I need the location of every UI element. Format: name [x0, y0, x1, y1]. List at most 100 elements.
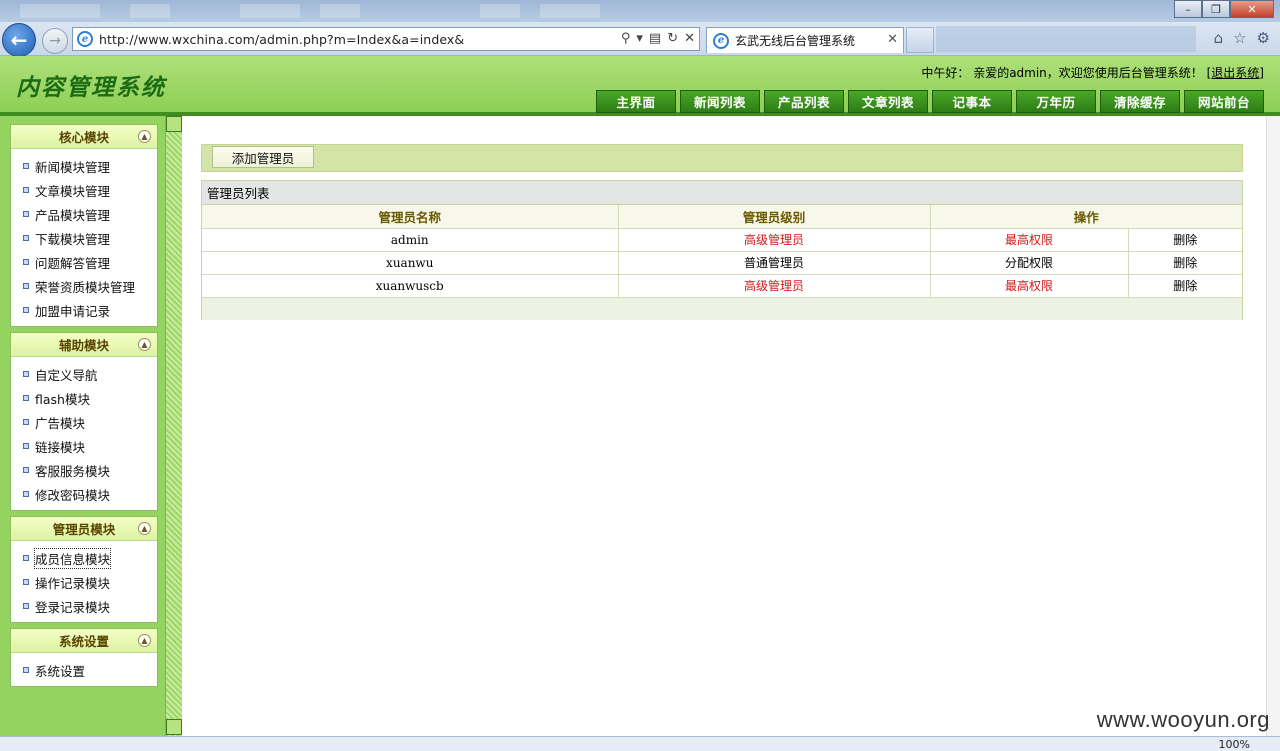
status-bar: 100% [0, 736, 1280, 751]
panel-title: 管理员列表 [202, 181, 1242, 205]
admin-name: admin [202, 228, 619, 252]
sidebar-item-label: 下载模块管理 [35, 231, 111, 247]
titlebar-blur [480, 4, 520, 18]
collapse-icon[interactable]: ▲ [138, 130, 151, 143]
table-row: admin 高级管理员 最高权限 删除 [202, 228, 1243, 252]
compat-view-icon[interactable]: ▤ [649, 31, 661, 46]
sidebar-item-products[interactable]: 产品模块管理 [11, 202, 157, 226]
main-content: 添加管理员 管理员列表 管理员名称 管理员级别 操作 admin 高级管理员 最… [183, 116, 1263, 736]
bullet-icon [23, 491, 29, 497]
sidebar-item-change-password[interactable]: 修改密码模块 [11, 482, 157, 506]
nav-article-list[interactable]: 文章列表 [848, 90, 928, 113]
collapse-icon[interactable]: ▲ [138, 522, 151, 535]
dropdown-icon[interactable]: ▾ [636, 31, 643, 46]
admin-level: 高级管理员 [618, 228, 931, 252]
assign-permission-link[interactable]: 分配权限 [930, 251, 1129, 275]
admin-permission: 最高权限 [930, 228, 1129, 252]
splitter-cap-top[interactable] [166, 116, 182, 132]
sidebar-item-label: 系统设置 [35, 663, 86, 679]
sidebar-item-operation-log[interactable]: 操作记录模块 [11, 570, 157, 594]
back-button[interactable]: ← [2, 23, 36, 57]
collapse-icon[interactable]: ▲ [138, 634, 151, 647]
column-header-actions: 操作 [930, 205, 1243, 229]
nav-home[interactable]: 主界面 [596, 90, 676, 113]
tab-close-icon[interactable]: ✕ [887, 32, 898, 47]
gear-icon[interactable]: ⚙ [1257, 29, 1270, 47]
sidebar-item-label: 广告模块 [35, 415, 86, 431]
bullet-icon [23, 395, 29, 401]
sidebar-item-label: 操作记录模块 [35, 575, 111, 591]
sidebar-item-members[interactable]: 成员信息模块 [11, 546, 157, 570]
bullet-icon [23, 163, 29, 169]
admin-table: 管理员名称 管理员级别 操作 admin 高级管理员 最高权限 删除 xuanw… [202, 205, 1243, 298]
forward-button[interactable]: → [42, 28, 68, 54]
delete-link[interactable]: 删除 [1128, 228, 1243, 252]
sidebar-item-login-log[interactable]: 登录记录模块 [11, 594, 157, 618]
sidebar-item-links[interactable]: 链接模块 [11, 434, 157, 458]
bullet-icon [23, 235, 29, 241]
sidebar-item-news[interactable]: 新闻模块管理 [11, 154, 157, 178]
splitter-cap-bottom[interactable] [166, 719, 182, 735]
nav-clear-cache[interactable]: 清除缓存 [1100, 90, 1180, 113]
logout-link[interactable]: [退出系统] [1207, 66, 1264, 80]
delete-link[interactable]: 删除 [1128, 251, 1243, 275]
sidebar-item-label: flash模块 [35, 391, 90, 407]
sidebar-item-articles[interactable]: 文章模块管理 [11, 178, 157, 202]
sidebar-item-system-settings[interactable]: 系统设置 [11, 658, 157, 682]
titlebar-blur [540, 4, 600, 18]
sidebar-section-admin: 管理员模块 ▲ 成员信息模块 操作记录模块 登录记录模块 [10, 516, 158, 623]
nav-news-list[interactable]: 新闻列表 [680, 90, 760, 113]
refresh-icon[interactable]: ↻ [667, 31, 678, 46]
sidebar-section-header[interactable]: 管理员模块 ▲ [11, 517, 157, 541]
nav-site-front[interactable]: 网站前台 [1184, 90, 1264, 113]
column-header-name: 管理员名称 [202, 205, 619, 229]
titlebar-blur [130, 4, 170, 18]
bullet-icon [23, 579, 29, 585]
sidebar-item-faq[interactable]: 问题解答管理 [11, 250, 157, 274]
browser-tab[interactable]: e 玄武无线后台管理系统 ✕ [706, 27, 904, 53]
nav-product-list[interactable]: 产品列表 [764, 90, 844, 113]
sidebar-item-custom-nav[interactable]: 自定义导航 [11, 362, 157, 386]
sidebar-splitter[interactable] [165, 116, 182, 736]
sidebar-item-label: 修改密码模块 [35, 487, 111, 503]
sidebar-item-honors[interactable]: 荣誉资质模块管理 [11, 274, 157, 298]
tab-ie-icon: e [713, 32, 729, 49]
sidebar-section-title: 核心模块 [58, 130, 109, 145]
window-titlebar: – ❐ ✕ [0, 0, 1280, 24]
sidebar-item-downloads[interactable]: 下载模块管理 [11, 226, 157, 250]
sidebar-section-header[interactable]: 系统设置 ▲ [11, 629, 157, 653]
zoom-level[interactable]: 100% [1219, 738, 1250, 751]
vertical-scrollbar[interactable] [1266, 116, 1280, 736]
tab-title: 玄武无线后台管理系统 [735, 34, 856, 48]
favorites-star-icon[interactable]: ☆ [1233, 29, 1246, 47]
search-icon[interactable]: ⚲ [621, 31, 631, 46]
sidebar-item-flash[interactable]: flash模块 [11, 386, 157, 410]
panel-footer [202, 297, 1242, 320]
nav-calendar[interactable]: 万年历 [1016, 90, 1096, 113]
bullet-icon [23, 371, 29, 377]
add-admin-button[interactable]: 添加管理员 [212, 146, 314, 168]
delete-link[interactable]: 删除 [1128, 274, 1243, 298]
address-bar[interactable]: e http://www.wxchina.com/admin.php?m=Ind… [72, 27, 700, 51]
minimize-button[interactable]: – [1174, 0, 1202, 18]
collapse-icon[interactable]: ▲ [138, 338, 151, 351]
sidebar-section-header[interactable]: 辅助模块 ▲ [11, 333, 157, 357]
nav-notepad[interactable]: 记事本 [932, 90, 1012, 113]
watermark: www.wooyun.org [1096, 707, 1270, 732]
new-tab-button[interactable] [906, 27, 934, 53]
address-url[interactable]: http://www.wxchina.com/admin.php?m=Index… [99, 32, 464, 47]
admin-name: xuanwuscb [202, 274, 619, 298]
table-row: xuanwu 普通管理员 分配权限 删除 [202, 251, 1243, 275]
stop-icon[interactable]: ✕ [684, 31, 695, 46]
sidebar-item-label: 问题解答管理 [35, 255, 111, 271]
sidebar-section-header[interactable]: 核心模块 ▲ [11, 125, 157, 149]
maximize-button[interactable]: ❐ [1202, 0, 1230, 18]
home-icon[interactable]: ⌂ [1214, 29, 1224, 47]
close-window-button[interactable]: ✕ [1230, 0, 1274, 18]
titlebar-blur [20, 4, 100, 18]
sidebar: 核心模块 ▲ 新闻模块管理 文章模块管理 产品模块管理 下载模块管理 问题解答管… [0, 116, 165, 736]
sidebar-item-ads[interactable]: 广告模块 [11, 410, 157, 434]
sidebar-item-customer-service[interactable]: 客服服务模块 [11, 458, 157, 482]
sidebar-item-franchise[interactable]: 加盟申请记录 [11, 298, 157, 322]
bullet-icon [23, 283, 29, 289]
